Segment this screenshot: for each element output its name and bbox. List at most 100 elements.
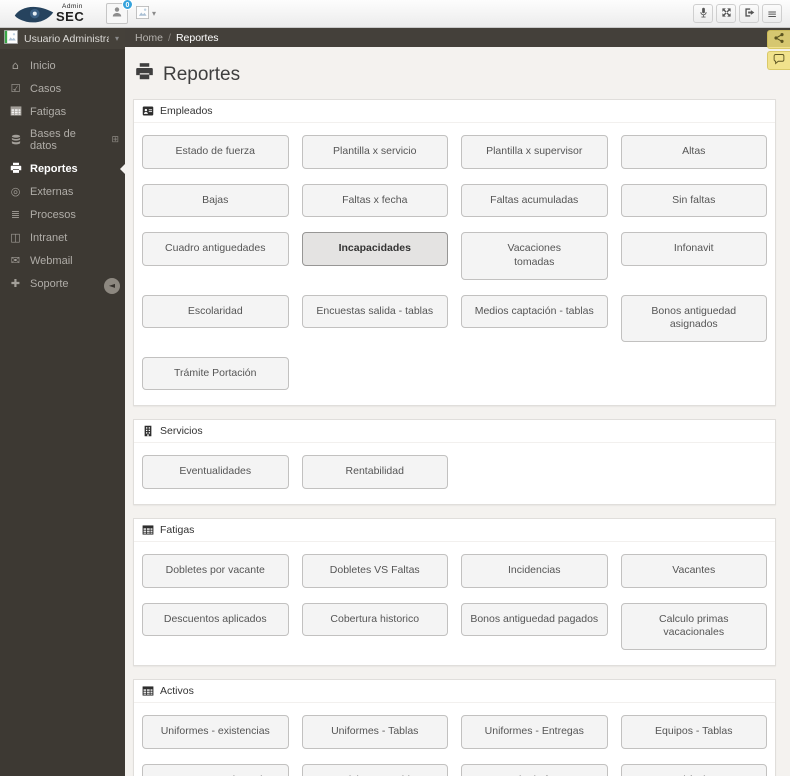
breadcrumb: Home / Reportes [125, 28, 790, 47]
sidebar-collapse-button[interactable]: ◄ [104, 278, 120, 294]
report-button-dobletes-vs-faltas[interactable]: Dobletes VS Faltas [301, 554, 448, 588]
chat-icon [773, 53, 785, 68]
report-button-faltas-x-fecha[interactable]: Faltas x fecha [301, 183, 448, 218]
user-avatar-dropdown[interactable]: ▾ [136, 5, 157, 22]
expand-plus-icon[interactable]: ⊞ [111, 135, 119, 145]
floating-side-buttons [767, 30, 790, 70]
panel-body: Uniformes - existencias Uniformes - Tabla… [134, 703, 775, 776]
report-button-dobletes-por-vacante[interactable]: Dobletes por vacante [142, 554, 289, 588]
report-button-bonos-antiguedad-pagados[interactable]: Bonos antiguedad pagados [461, 602, 608, 637]
sidebar: Usuario Administrad... ▾ ⌂ Inicio ☑ Casos Fa… [0, 28, 125, 776]
menu-button[interactable]: ≡ [762, 4, 782, 23]
report-button-eventualidades[interactable]: Eventualidades [142, 455, 289, 490]
sidebar-item-bases-de-datos[interactable]: Bases de datos ⊞ [0, 123, 125, 157]
report-button-trámite-portación[interactable]: Trámite Portación [142, 356, 289, 391]
top-navbar: Admin SEC 0 ▾ ≡ [0, 0, 790, 28]
sidebar-item-reportes[interactable]: Reportes [0, 157, 125, 180]
panel-title: Servicios [160, 425, 203, 438]
report-button-sin-faltas[interactable]: Sin faltas [620, 183, 767, 218]
app-window: Admin SEC 0 ▾ ≡ Usuario Administr ▾ ⌂ In… [0, 0, 790, 776]
sidebar-item-fatigas[interactable]: Fatigas [0, 100, 125, 123]
sidebar-item-casos[interactable]: ☑ Casos [0, 77, 125, 100]
breadcrumb-current: Reportes [175, 31, 219, 44]
sidebar-item-label: Reportes [30, 162, 78, 175]
columns-icon: ◫ [10, 231, 21, 244]
sidebar-user-panel[interactable]: Usuario Administrad... ▾ [0, 28, 125, 49]
report-button-equipos-tablas[interactable]: Equipos - Tablas [620, 715, 767, 749]
list-icon: ≣ [10, 208, 21, 221]
sidebar-user-name: Usuario Administrad... [24, 32, 109, 45]
logout-button[interactable] [739, 4, 759, 23]
report-button-rentabilidad[interactable]: Rentabilidad [301, 455, 448, 490]
sidebar-item-label: Soporte [30, 277, 69, 290]
breadcrumb-home-link[interactable]: Home [135, 32, 163, 44]
report-button-incidencias[interactable]: Incidencias [461, 554, 608, 588]
panel-title: Activos [160, 685, 194, 698]
feedback-float-button[interactable] [767, 51, 790, 70]
report-button-armamento-existencias[interactable]: Armamento - Existencias [142, 763, 289, 776]
report-button-bonos-antiguedad-asignados[interactable]: Bonos antiguedad asignados [620, 294, 767, 342]
share-icon [773, 32, 785, 47]
sidebar-menu: ⌂ Inicio ☑ Casos Fatigas Bases de datos ⊞ Repor… [0, 49, 125, 295]
report-button-cuadro-antiguedades[interactable]: Cuadro antiguedades [142, 232, 289, 266]
report-button-cobertura-historico[interactable]: Cobertura historico [301, 602, 448, 637]
chevron-down-icon: ▾ [152, 9, 157, 18]
share-float-button[interactable] [767, 30, 790, 49]
report-button-calculo-primas-vacacionales[interactable]: Calculo primas vacacionales [620, 602, 767, 651]
report-button-plantilla-x-supervisor[interactable]: Plantilla x supervisor [461, 135, 608, 169]
app-logo[interactable]: Admin SEC [0, 3, 100, 25]
broken-avatar-image-icon [4, 30, 18, 47]
report-button-altas[interactable]: Altas [620, 135, 767, 169]
logo-sec-text: SEC [56, 9, 85, 25]
panel-title: Empleados [160, 105, 213, 117]
print-icon [9, 162, 22, 175]
report-button-encuestas-salida-tablas[interactable]: Encuestas salida - tablas [301, 294, 448, 329]
table-icon [142, 685, 154, 697]
fullscreen-button[interactable] [716, 4, 736, 23]
medkit-icon: ✚ [10, 277, 21, 290]
panel-body: Dobletes por vacante Dobletes VS Faltas In… [134, 542, 775, 665]
report-button-incapacidades[interactable]: Incapacidades [301, 232, 448, 266]
report-button-plantilla-x-servicio[interactable]: Plantilla x servicio [301, 135, 448, 169]
sidebar-item-label: Intranet [30, 231, 68, 244]
report-button-municiones-tablas[interactable]: Municiones - Tablas [301, 763, 448, 776]
report-button-infonavit[interactable]: Infonavit [620, 232, 767, 266]
sidebar-item-label: Inicio [30, 59, 56, 72]
user-notifications-button[interactable]: 0 [106, 0, 133, 24]
building-icon [142, 425, 154, 437]
sidebar-item-intranet[interactable]: ◫ Intranet [0, 226, 125, 249]
report-button-vacantes[interactable]: Vacantes [620, 554, 767, 588]
sidebar-item-inicio[interactable]: ⌂ Inicio [0, 54, 125, 77]
sidebar-item-procesos[interactable]: ≣ Procesos [0, 203, 125, 226]
report-button-vacaciones-tomadas[interactable]: Vacaciones tomadas [461, 232, 608, 280]
microphone-button[interactable] [693, 4, 713, 23]
sidebar-item-label: Bases de datos [30, 128, 76, 152]
report-button-uniformes-existencias[interactable]: Uniformes - existencias [142, 715, 289, 749]
logout-icon [744, 6, 755, 21]
report-button-bajas[interactable]: Bajas [142, 183, 289, 218]
notification-badge: 0 [122, 0, 133, 10]
sidebar-item-webmail[interactable]: ✉ Webmail [0, 249, 125, 272]
menu-icon: ≡ [766, 7, 778, 21]
table-icon [142, 524, 154, 536]
report-panels: Empleados Estado de fuerza Plantilla x ser… [125, 99, 790, 776]
panel-body: Eventualidades Rentabilidad [134, 443, 775, 504]
report-button-estado-de-fuerza[interactable]: Estado de fuerza [142, 135, 289, 169]
panel-header: Servicios [134, 420, 775, 444]
envelope-icon: ✉ [10, 254, 21, 267]
check-square-icon: ☑ [10, 82, 21, 95]
report-button-descuentos-aplicados[interactable]: Descuentos aplicados [142, 602, 289, 637]
report-button-faltas-acumuladas[interactable]: Faltas acumuladas [461, 183, 608, 218]
active-item-marker [120, 163, 125, 174]
broken-avatar-image-icon [136, 5, 149, 22]
report-button-estado-de-fuerza[interactable]: Estado de fuerza [461, 763, 608, 776]
fullscreen-icon [721, 6, 732, 21]
report-button-escolaridad[interactable]: Escolaridad [142, 294, 289, 329]
report-button-vehículos[interactable]: Vehículos [620, 763, 767, 776]
report-button-medios-captación-tablas[interactable]: Medios captación - tablas [461, 294, 608, 329]
report-button-uniformes-entregas[interactable]: Uniformes - Entregas [461, 715, 608, 749]
report-button-uniformes-tablas[interactable]: Uniformes - Tablas [301, 715, 448, 749]
microphone-icon [698, 6, 709, 21]
globe-icon: ◎ [10, 185, 21, 198]
sidebar-item-externas[interactable]: ◎ Externas [0, 180, 125, 203]
